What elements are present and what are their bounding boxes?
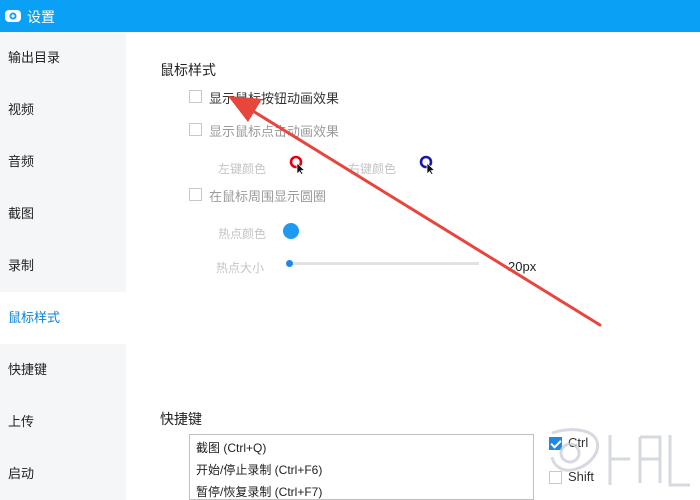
hotkey-list[interactable]: 截图 (Ctrl+Q) 开始/停止录制 (Ctrl+F6) 暂停/恢复录制 (C… [189,434,534,500]
sidebar-item-video[interactable]: 视频 [0,84,126,136]
sidebar-item-label: 音频 [8,154,35,169]
window-title: 设置 [27,9,55,25]
sidebar-item-screenshot[interactable]: 截图 [0,188,126,240]
hot-size-slider[interactable] [289,262,479,265]
sidebar-item-hotkeys[interactable]: 快捷键 [0,344,126,396]
left-color-label: 左键颜色 [218,162,267,176]
hotkey-list-item[interactable]: 开始/停止录制 (Ctrl+F6) [196,461,322,478]
hotkey-list-item[interactable]: 暂停/恢复录制 (Ctrl+F7) [196,483,322,499]
sidebar-item-label: 启动 [8,466,35,481]
hot-size-value: 20px [508,259,537,274]
sidebar-item-output-dir[interactable]: 输出目录 [0,32,126,84]
sidebar-item-record[interactable]: 录制 [0,240,126,292]
show-circle-checkbox[interactable] [189,188,202,201]
hot-color-label: 热点颜色 [218,227,267,241]
sidebar-item-label: 输出目录 [8,50,61,65]
show-point-animation-checkbox[interactable] [189,123,202,136]
sidebar-item-label: 录制 [8,258,35,273]
sidebar-item-upload[interactable]: 上传 [0,396,126,448]
show-circle-label: 在鼠标周围显示圆圈 [209,189,327,204]
settings-sidebar: 输出目录 视频 音频 截图 录制 鼠标样式 快捷键 上传 启动 [0,32,126,500]
sidebar-item-label: 上传 [8,414,35,429]
sidebar-item-mouse-style[interactable]: 鼠标样式 [0,292,126,344]
sidebar-item-startup[interactable]: 启动 [0,448,126,500]
mouse-style-title: 鼠标样式 [160,62,216,78]
sidebar-item-label: 视频 [8,102,35,117]
hotkey-list-item[interactable]: 截图 (Ctrl+Q) [196,439,266,456]
right-color-cursor-icon[interactable] [419,155,437,175]
hotkeys-title: 快捷键 [160,411,202,427]
watermark-logo [550,428,690,487]
title-bar: 设置 [0,0,700,32]
show-click-animation-checkbox[interactable] [189,90,202,103]
show-point-animation-label: 显示鼠标点击动画效果 [209,124,340,139]
sidebar-item-audio[interactable]: 音频 [0,136,126,188]
sidebar-item-label: 截图 [8,206,35,221]
sidebar-item-label: 快捷键 [8,362,48,377]
hot-size-label: 热点大小 [216,261,265,275]
hot-color-swatch[interactable] [283,223,299,239]
show-click-animation-label: 显示鼠标按钮动画效果 [209,91,340,106]
left-color-cursor-icon[interactable] [289,155,307,175]
right-color-label: 右键颜色 [348,162,397,176]
sidebar-item-label: 鼠标样式 [8,310,61,325]
hot-size-slider-handle[interactable] [286,260,293,267]
camera-icon [5,10,21,22]
